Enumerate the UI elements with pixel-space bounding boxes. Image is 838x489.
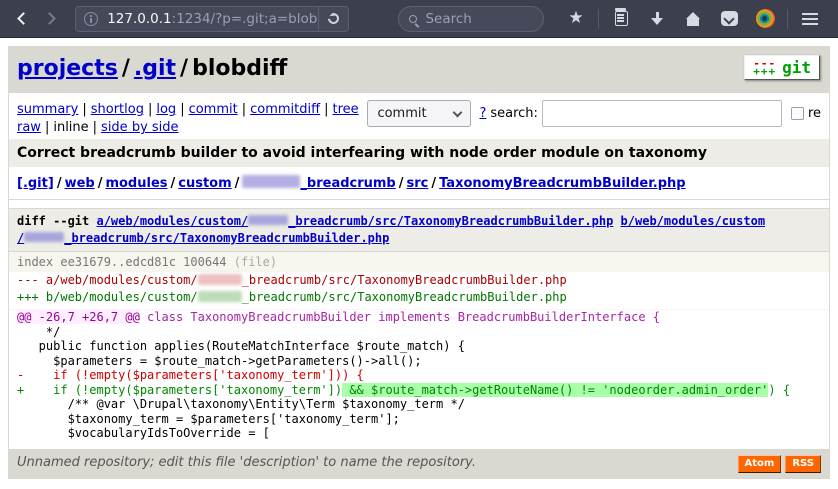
chunk-section: class TaxonomyBreadcrumbBuilder implemen… — [139, 310, 660, 324]
view-side-by-side-link[interactable]: side by side — [101, 120, 178, 135]
downloads-button[interactable] — [642, 4, 672, 34]
redacted-module-name — [197, 291, 242, 302]
toolbar-icons: ★ — [558, 4, 828, 34]
reload-button[interactable] — [318, 6, 348, 31]
redacted-module-name — [248, 215, 289, 225]
diff-context-line: $taxonomy_term = $parameters['taxonomy_t… — [17, 411, 400, 426]
back-icon — [16, 12, 30, 25]
star-icon: ★ — [568, 8, 584, 28]
toolbar-separator — [598, 8, 599, 29]
search-placeholder: Search — [425, 10, 472, 27]
diff-removed-line: - if (!empty($parameters['taxonomy_term'… — [17, 368, 364, 382]
regexp-label: re — [807, 105, 821, 121]
url-bar[interactable]: 127.0.0.1:1234/?p=.git;a=blobdiff;f= — [75, 5, 350, 32]
rss-feed-button[interactable]: RSS — [785, 454, 821, 473]
diff-context-line: public function applies(RouteMatchInterf… — [17, 339, 465, 353]
avatar — [755, 9, 775, 28]
breadcrumb: [.git] / web / modules / custom / _breadcrumb / sr… — [9, 167, 829, 200]
header-separator: / — [121, 56, 130, 81]
browser-search-field[interactable]: Search — [398, 5, 544, 32]
diff-body: diff --git a/web/modules/custom/_breadcr… — [9, 200, 829, 449]
git-logo-button[interactable]: --- +++ git — [744, 55, 820, 80]
diff-to-file-line: +++ b/web/modules/custom/_breadcrumb/src… — [17, 290, 567, 304]
diff-chunk-header: @@ -26,7 +26,7 @@ class TaxonomyBreadcru… — [9, 309, 829, 325]
pocket-button[interactable] — [714, 4, 744, 34]
search-form: commit ? search: re — [367, 100, 821, 127]
toolbar-separator — [787, 8, 788, 29]
redacted-module-name — [197, 274, 242, 285]
path-root-link[interactable]: [.git] — [17, 176, 54, 191]
url-path: :1234/?p=.git;a=blobdiff;f= — [171, 10, 319, 27]
search-help-link[interactable]: ? — [479, 105, 486, 123]
chunk-info-link[interactable]: @@ -26,7 +26,7 @@ — [17, 310, 140, 324]
home-button[interactable] — [678, 4, 708, 34]
git-logo-diff-marks: --- +++ — [753, 56, 777, 78]
site-info-icon[interactable] — [84, 11, 99, 26]
git-logo-text: git — [782, 58, 811, 77]
bookmark-star-button[interactable]: ★ — [561, 4, 591, 34]
page-action-title: blobdiff — [192, 56, 288, 81]
path-modules-link[interactable]: modules — [105, 176, 167, 191]
diff-context-line: $parameters = $route_match->getParameter… — [17, 353, 422, 368]
reload-icon — [326, 10, 342, 27]
library-icon — [614, 8, 628, 26]
atom-feed-button[interactable]: Atom — [737, 454, 782, 473]
gitweb-page: projects / .git / blobdiff --- +++ git summar… — [8, 46, 830, 479]
nav-commitdiff-link[interactable]: commitdiff — [250, 102, 320, 117]
search-icon — [409, 14, 418, 23]
projects-link[interactable]: projects — [17, 56, 118, 81]
path-src-link[interactable]: src — [407, 176, 429, 191]
pocket-icon — [720, 11, 738, 26]
added-highlight: && $route_match->getRouteName() != 'node… — [342, 382, 769, 397]
home-icon — [685, 11, 700, 26]
select-value: commit — [377, 105, 427, 121]
download-icon — [650, 11, 664, 26]
nav-log-link[interactable]: log — [156, 102, 176, 117]
search-type-select[interactable]: commit — [367, 100, 472, 127]
redacted-module-name — [242, 175, 301, 188]
redacted-module-name — [24, 232, 65, 242]
back-button[interactable] — [10, 5, 37, 33]
diff-git-header: diff --git a/web/modules/custom/_breadcr… — [9, 208, 829, 252]
path-module-link[interactable]: _breadcrumb — [242, 175, 396, 191]
nav-summary-link[interactable]: summary — [17, 102, 78, 117]
view-raw-link[interactable]: raw — [17, 120, 41, 135]
diff-context-line: /** @var \Drupal\taxonomy\Entity\Term $t… — [17, 397, 465, 411]
page-nav: summary | shortlog | log | commit | commitdiff | t… — [9, 93, 829, 139]
diff-context-line: $vocabularyIdsToOverride = [ — [17, 426, 270, 440]
gitweb-search-input[interactable] — [541, 100, 782, 127]
library-button[interactable] — [606, 4, 636, 34]
diff-a-file-link[interactable]: a/web/modules/custom/_breadcrumb/src/Tax… — [96, 214, 613, 228]
diff-index-line: index ee31679..edcd81c 100644 (file) — [9, 252, 829, 272]
url-text: 127.0.0.1:1234/?p=.git;a=blobdiff;f= — [107, 11, 318, 27]
commit-title[interactable]: Correct breadcrumb builder to avoid inte… — [9, 139, 829, 167]
forward-button[interactable] — [37, 5, 64, 33]
nav-tree-link[interactable]: tree — [332, 102, 358, 117]
hamburger-icon — [802, 17, 818, 20]
forward-icon — [43, 12, 57, 25]
search-label: search: — [490, 105, 538, 121]
chevron-down-icon — [453, 107, 463, 117]
path-file-link[interactable]: TaxonomyBreadcrumbBuilder.php — [439, 176, 686, 191]
page-footer: Unnamed repository; edit this file 'desc… — [9, 448, 829, 478]
diff-context-line: */ — [17, 324, 61, 339]
regexp-checkbox[interactable] — [790, 107, 804, 120]
path-custom-link[interactable]: custom — [178, 176, 231, 191]
page-header: projects / .git / blobdiff --- +++ git — [9, 47, 829, 93]
repo-description: Unnamed repository; edit this file 'desc… — [17, 454, 476, 470]
menu-button[interactable] — [795, 4, 825, 34]
diff-from-file-line: --- a/web/modules/custom/_breadcrumb/src… — [17, 273, 567, 287]
url-host: 127.0.0.1 — [107, 10, 172, 27]
diff-added-line: + if (!empty($parameters['taxonomy_term'… — [17, 382, 791, 397]
account-button[interactable] — [750, 4, 780, 34]
path-web-link[interactable]: web — [65, 176, 95, 191]
nav-commit-link[interactable]: commit — [189, 102, 238, 117]
nav-shortlog-link[interactable]: shortlog — [91, 102, 144, 117]
header-separator: / — [180, 56, 189, 81]
view-inline-current: inline — [53, 120, 89, 135]
repo-link[interactable]: .git — [134, 56, 176, 81]
browser-toolbar: 127.0.0.1:1234/?p=.git;a=blobdiff;f= Sea… — [0, 0, 838, 38]
